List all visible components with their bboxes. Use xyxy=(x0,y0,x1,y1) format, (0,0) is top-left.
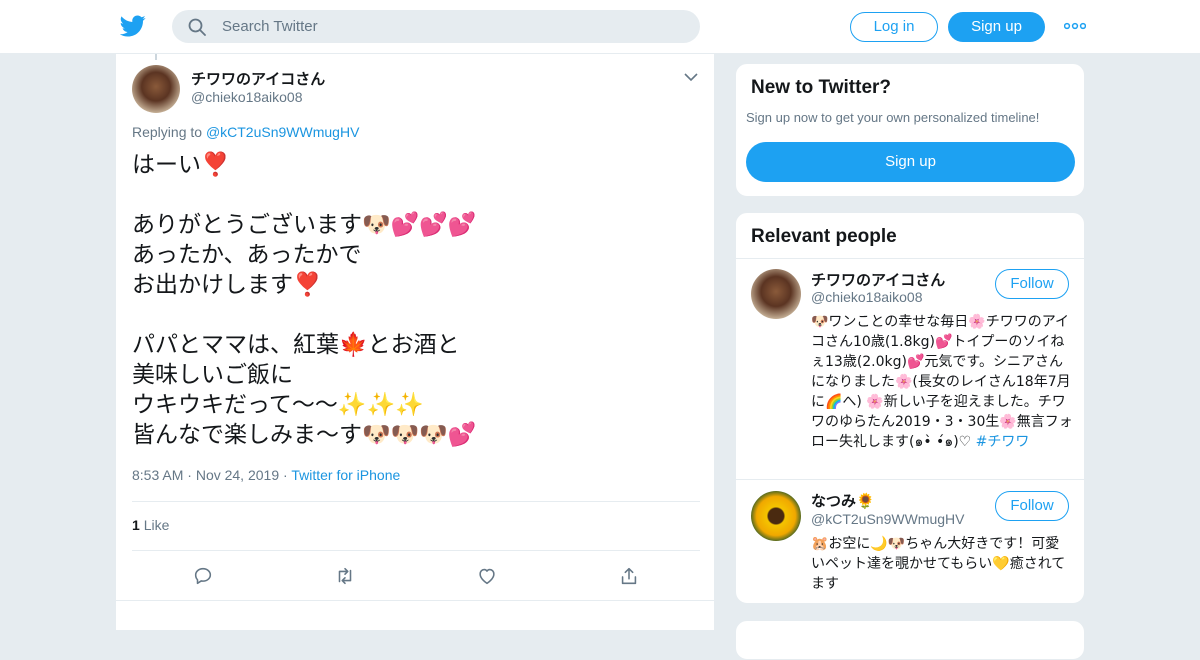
person-handle[interactable]: @chieko18aiko08 xyxy=(811,289,923,305)
author-avatar[interactable] xyxy=(132,65,180,113)
tweet-source-link[interactable]: Twitter for iPhone xyxy=(291,467,400,483)
divider xyxy=(736,479,1084,480)
divider xyxy=(132,501,700,502)
signup-cta-button[interactable]: Sign up xyxy=(746,142,1075,182)
meta-separator: · xyxy=(187,467,196,483)
tweet-text: はーい❣️ ありがとうございます🐶💕💕💕 あったか、あったかで お出かけします❣… xyxy=(132,152,477,448)
replying-to-link[interactable]: @kCT2uSn9WWmugHV xyxy=(206,124,359,140)
top-bar: Log in Sign up xyxy=(0,0,1200,54)
divider xyxy=(736,258,1084,259)
like-stats[interactable]: 1 Like xyxy=(132,517,169,533)
search-icon xyxy=(188,18,206,36)
person-avatar[interactable] xyxy=(751,269,801,319)
search-input[interactable] xyxy=(222,10,682,43)
search-box[interactable] xyxy=(172,10,700,43)
share-icon[interactable] xyxy=(618,565,640,587)
tweet-time[interactable]: 8:53 AM xyxy=(132,467,183,483)
like-count: 1 xyxy=(132,517,140,533)
person-bio: 🐶ワンことの幸せな毎日🌸チワワのアイコさん10歳(1.8kg)💕トイプーのソイね… xyxy=(811,312,1073,452)
person-bio: 🐹お空に🌙🐶ちゃん大好きです！可愛いペット達を覗かせてもらい💛癒されてます xyxy=(811,536,1066,592)
person-handle[interactable]: @kCT2uSn9WWmugHV xyxy=(811,511,964,527)
chevron-down-icon[interactable] xyxy=(684,72,698,82)
divider xyxy=(132,550,700,551)
card-title: New to Twitter? xyxy=(751,77,892,98)
person-name[interactable]: チワワのアイコさん xyxy=(811,269,945,290)
relevant-people-card: Relevant people チワワのアイコさん @chieko18aiko0… xyxy=(735,212,1085,604)
person-name[interactable]: なつみ🌻 xyxy=(811,490,875,511)
next-card xyxy=(735,620,1085,660)
divider xyxy=(116,600,714,601)
new-to-twitter-card: New to Twitter? Sign up now to get your … xyxy=(735,63,1085,197)
person-bio-text: 🐶ワンことの幸せな毎日🌸チワワのアイコさん10歳(1.8kg)💕トイプーのソイね… xyxy=(811,314,1073,450)
replying-prefix: Replying to xyxy=(132,124,206,140)
follow-button[interactable]: Follow xyxy=(995,269,1069,299)
twitter-bird-icon[interactable] xyxy=(120,13,146,39)
card-title: Relevant people xyxy=(751,226,897,247)
like-label: Like xyxy=(143,517,170,533)
like-heart-icon[interactable] xyxy=(476,565,498,587)
author-name[interactable]: チワワのアイコさん xyxy=(191,68,325,89)
signup-button[interactable]: Sign up xyxy=(948,12,1045,42)
thread-connector xyxy=(155,54,157,60)
reply-icon[interactable] xyxy=(192,565,214,587)
follow-button[interactable]: Follow xyxy=(995,491,1069,521)
more-options-icon[interactable] xyxy=(1064,18,1086,34)
hashtag-link[interactable]: #チワワ xyxy=(976,434,1030,450)
tweet-meta: 8:53 AM · Nov 24, 2019 · Twitter for iPh… xyxy=(132,467,400,483)
tweet-panel: チワワのアイコさん @chieko18aiko08 Replying to @k… xyxy=(115,54,715,630)
person-avatar[interactable] xyxy=(751,491,801,541)
retweet-icon[interactable] xyxy=(334,565,356,587)
card-subtitle: Sign up now to get your own personalized… xyxy=(746,110,1040,125)
tweet-date[interactable]: Nov 24, 2019 xyxy=(196,467,279,483)
author-handle[interactable]: @chieko18aiko08 xyxy=(191,89,303,105)
replying-to: Replying to @kCT2uSn9WWmugHV xyxy=(132,124,359,140)
login-button[interactable]: Log in xyxy=(850,12,938,42)
